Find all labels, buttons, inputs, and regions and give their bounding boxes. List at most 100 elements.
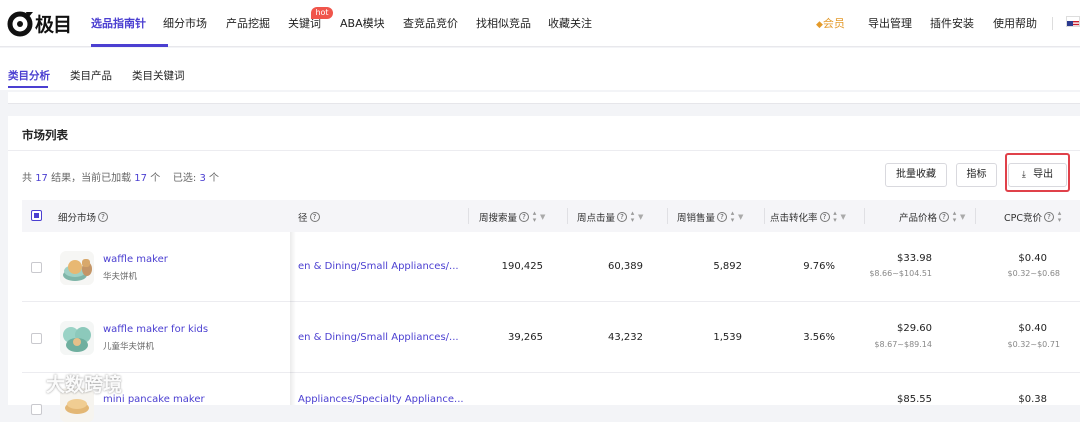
keyword-link[interactable]: waffle maker <box>103 254 168 265</box>
weekly-clicks-value: 60,389 <box>608 261 643 272</box>
column-divider <box>667 208 668 224</box>
metrics-button[interactable]: 指标 <box>956 163 997 187</box>
weekly-sales-value: 1,539 <box>713 332 742 343</box>
tab-category-products[interactable]: 类目产品 <box>70 68 112 83</box>
keyword-translation: 儿童华夫饼机 <box>103 340 154 352</box>
column-divider <box>975 208 976 224</box>
weekly-search-value: 39,265 <box>508 332 543 343</box>
nav-item-membership[interactable]: ◆会员 <box>816 15 845 31</box>
logo-text: 极目 <box>35 10 71 37</box>
help-icon[interactable]: ? <box>1044 212 1054 222</box>
cpc-bid-value: $0.38 <box>1018 394 1047 405</box>
sort-icon[interactable]: ▴▾ <box>832 210 839 224</box>
tab-category-keywords[interactable]: 类目关键词 <box>132 68 185 83</box>
watermark-logo-icon <box>8 372 42 396</box>
row-checkbox[interactable] <box>31 262 42 273</box>
nav-item-favorites[interactable]: 收藏关注 <box>548 15 592 31</box>
tab-category-analysis[interactable]: 类目分析 <box>8 68 50 83</box>
column-header-cpc-bid[interactable]: CPC竞价?▴▾ <box>1004 210 1063 224</box>
keyword-link[interactable]: waffle maker for kids <box>103 324 208 335</box>
sort-icon[interactable]: ▴▾ <box>1056 210 1063 224</box>
help-icon[interactable]: ? <box>310 212 320 222</box>
filter-icon[interactable]: ▼ <box>738 213 743 221</box>
weekly-clicks-value: 43,232 <box>608 332 643 343</box>
click-conversion-value: 3.56% <box>803 332 835 343</box>
panel-divider <box>8 150 1080 151</box>
table-row[interactable]: waffle maker 华夫饼机 en & Dining/Small Appl… <box>22 232 1080 302</box>
row-checkbox[interactable] <box>31 404 42 415</box>
watermark: 大数跨境 <box>8 370 122 397</box>
batch-collect-button[interactable]: 批量收藏 <box>885 163 947 187</box>
sub-navigation: 类目分析 类目产品 类目关键词 <box>0 48 1080 90</box>
table-row[interactable]: waffle maker for kids 儿童华夫饼机 en & Dining… <box>22 303 1080 373</box>
export-highlight-frame <box>1005 153 1070 192</box>
filter-icon[interactable]: ▼ <box>540 213 545 221</box>
column-header-click-conversion[interactable]: 点击转化率?▴▾▼ <box>770 210 846 224</box>
nav-item-selection-compass[interactable]: 选品指南针 <box>91 15 146 31</box>
help-icon[interactable]: ? <box>519 212 529 222</box>
category-path-link[interactable]: Appliances/Specialty Appliance... <box>298 394 464 405</box>
diamond-icon: ◆ <box>816 20 823 30</box>
sort-icon[interactable]: ▴▾ <box>629 210 636 224</box>
table-row[interactable]: mini pancake maker Appliances/Specialty … <box>22 374 1080 414</box>
nav-item-plugin-install[interactable]: 插件安装 <box>930 15 974 31</box>
column-divider <box>764 208 765 224</box>
category-path-link[interactable]: en & Dining/Small Appliances/... <box>298 261 459 272</box>
logo[interactable]: 极目 <box>6 8 71 38</box>
total-count: 17 <box>35 173 48 184</box>
filter-icon[interactable]: ▼ <box>638 213 643 221</box>
us-flag-icon[interactable] <box>1066 16 1080 27</box>
product-price-range: $8.67~$89.14 <box>874 340 932 349</box>
help-icon[interactable]: ? <box>717 212 727 222</box>
product-price-value: $29.60 <box>897 323 932 334</box>
filter-icon[interactable]: ▼ <box>841 213 846 221</box>
product-price-value: $33.98 <box>897 253 932 264</box>
row-checkbox[interactable] <box>31 333 42 344</box>
column-divider <box>864 208 865 224</box>
nav-item-niche-market[interactable]: 细分市场 <box>163 15 207 31</box>
product-price-value: $85.55 <box>897 394 932 405</box>
column-header-path[interactable]: 径? <box>298 210 320 224</box>
nav-item-export-management[interactable]: 导出管理 <box>868 15 912 31</box>
weekly-search-value: 190,425 <box>502 261 543 272</box>
column-header-weekly-sales[interactable]: 周销售量?▴▾▼ <box>677 210 743 224</box>
nav-item-aba-module[interactable]: ABA模块 <box>340 15 385 31</box>
sort-icon[interactable]: ▴▾ <box>951 210 958 224</box>
frozen-column-shadow <box>290 232 296 405</box>
logo-icon <box>6 9 34 37</box>
sort-icon[interactable]: ▴▾ <box>531 210 538 224</box>
nav-item-help[interactable]: 使用帮助 <box>993 15 1037 31</box>
nav-item-competitor-bid[interactable]: 查竞品竞价 <box>403 15 458 31</box>
column-header-weekly-search[interactable]: 周搜索量?▴▾▼ <box>479 210 545 224</box>
select-all-checkbox[interactable] <box>31 210 42 221</box>
help-icon[interactable]: ? <box>617 212 627 222</box>
nav-item-similar-competitors[interactable]: 找相似竞品 <box>476 15 531 31</box>
nav-divider <box>1052 17 1053 30</box>
help-icon[interactable]: ? <box>820 212 830 222</box>
column-header-product-price[interactable]: 产品价格?▴▾▼ <box>899 210 965 224</box>
cpc-bid-range: $0.32~$0.68 <box>1007 269 1060 278</box>
category-path-link[interactable]: en & Dining/Small Appliances/... <box>298 332 459 343</box>
hot-badge: hot <box>311 7 333 19</box>
active-nav-indicator <box>91 44 168 47</box>
panel-title: 市场列表 <box>22 127 68 143</box>
cpc-bid-range: $0.32~$0.71 <box>1007 340 1060 349</box>
filter-icon[interactable]: ▼ <box>960 213 965 221</box>
cpc-bid-value: $0.40 <box>1018 253 1047 264</box>
help-icon[interactable]: ? <box>939 212 949 222</box>
top-navigation: 极目 选品指南针 细分市场 产品挖掘 关键词 hot ABA模块 查竞品竞价 找… <box>0 0 1080 47</box>
product-thumbnail[interactable] <box>60 321 94 355</box>
active-tab-indicator <box>8 86 48 88</box>
column-divider <box>567 208 568 224</box>
column-header-niche-market[interactable]: 细分市场? <box>58 210 108 224</box>
nav-item-product-mining[interactable]: 产品挖掘 <box>226 15 270 31</box>
market-list-panel: 市场列表 共 17 结果，当前已加载 17 个 已选: 3 个 批量收藏 指标 … <box>8 116 1080 405</box>
product-thumbnail[interactable] <box>60 251 94 285</box>
column-header-weekly-clicks[interactable]: 周点击量?▴▾▼ <box>577 210 643 224</box>
help-icon[interactable]: ? <box>98 212 108 222</box>
sort-icon[interactable]: ▴▾ <box>729 210 736 224</box>
result-summary: 共 17 结果，当前已加载 17 个 已选: 3 个 <box>22 169 219 184</box>
column-divider <box>468 208 469 224</box>
weekly-sales-value: 5,892 <box>713 261 742 272</box>
cpc-bid-value: $0.40 <box>1018 323 1047 334</box>
